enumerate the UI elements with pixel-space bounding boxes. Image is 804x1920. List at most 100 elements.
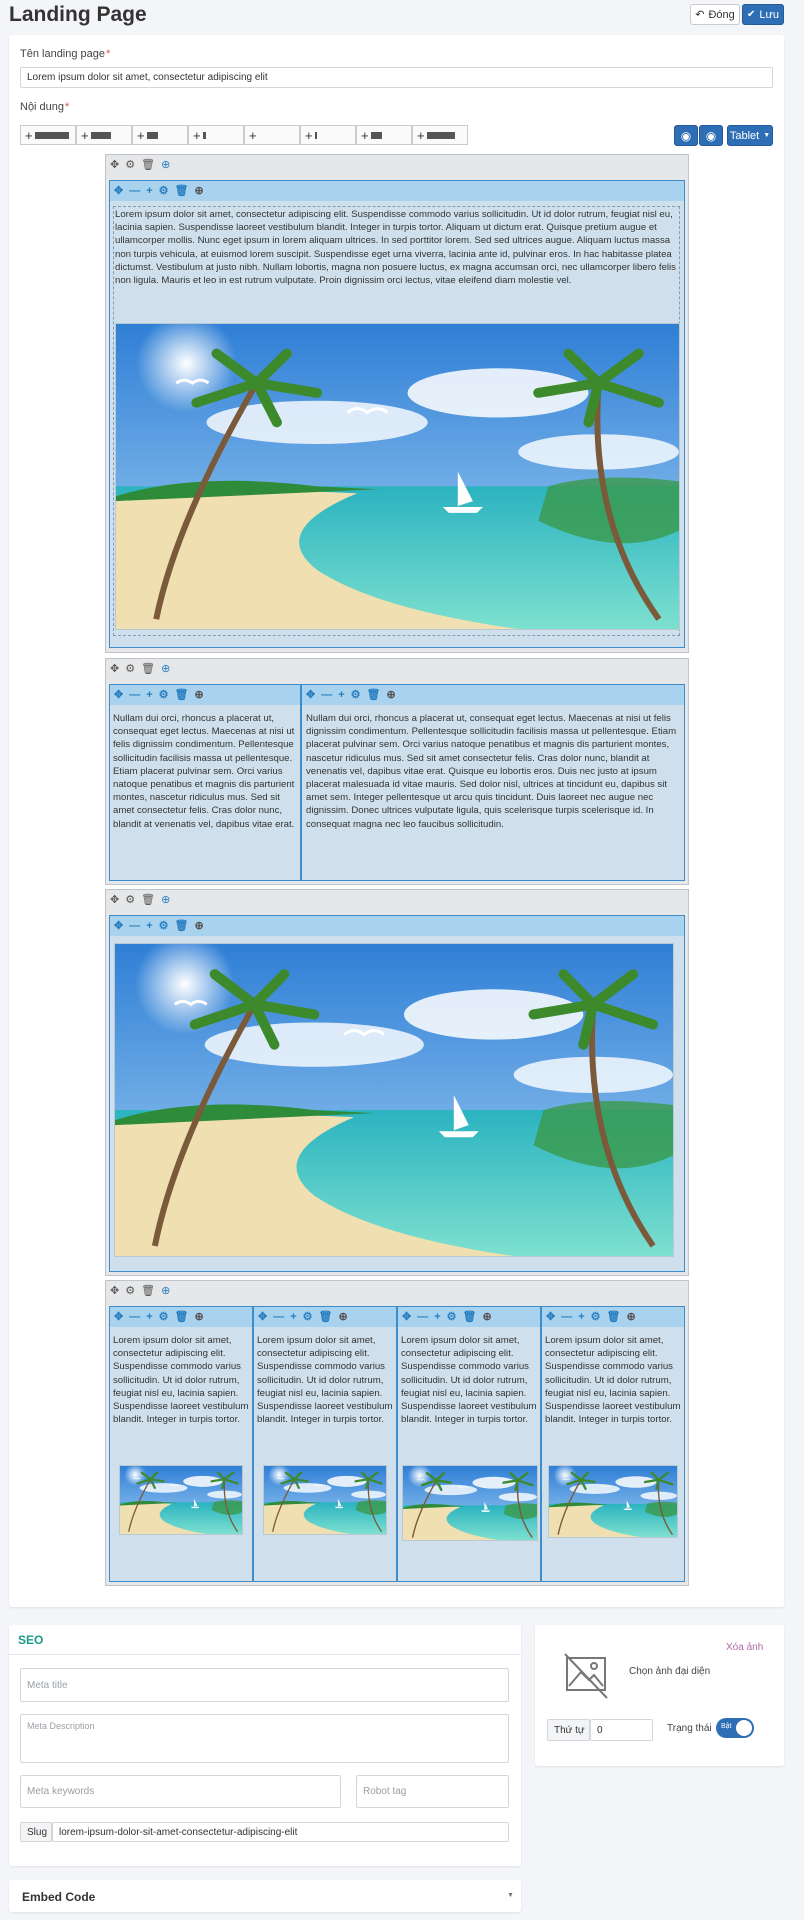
- layout-12-col-button[interactable]: +: [300, 125, 356, 145]
- minus-icon[interactable]: —: [129, 185, 140, 197]
- plus-icon[interactable]: +: [434, 1311, 440, 1323]
- move-icon[interactable]: ✥: [110, 1284, 119, 1297]
- plus-icon[interactable]: +: [146, 689, 152, 701]
- plus-icon[interactable]: +: [146, 185, 152, 197]
- plus-circle-icon[interactable]: ⊕: [195, 1310, 204, 1323]
- trash-icon[interactable]: 🗑: [141, 1284, 155, 1297]
- meta-keywords-input[interactable]: Meta keywords: [20, 1775, 341, 1808]
- trash-icon[interactable]: 🗑: [463, 1310, 477, 1323]
- minus-icon[interactable]: —: [129, 689, 140, 701]
- move-icon[interactable]: ✥: [306, 688, 315, 701]
- gear-icon[interactable]: ⚙: [125, 662, 135, 675]
- plus-circle-icon[interactable]: ⊕: [161, 893, 170, 906]
- slug-input[interactable]: lorem-ipsum-dolor-sit-amet-consectetur-a…: [52, 1822, 509, 1842]
- trash-icon[interactable]: 🗑: [141, 893, 155, 906]
- gear-icon[interactable]: ⚙: [125, 158, 135, 171]
- plus-icon[interactable]: +: [578, 1311, 584, 1323]
- gear-icon[interactable]: ⚙: [159, 688, 169, 701]
- builder-row-1[interactable]: ✥ ⚙ 🗑 ⊕ ✥ — + ⚙ 🗑 ⊕ Lorem ipsum dolor sit amet, …: [105, 154, 689, 653]
- device-dropdown[interactable]: Tablet ▼: [727, 125, 773, 146]
- save-button[interactable]: ✔ Lưu: [742, 4, 784, 25]
- plus-icon[interactable]: +: [146, 920, 152, 932]
- minus-icon[interactable]: —: [321, 689, 332, 701]
- plus-icon[interactable]: +: [146, 1311, 152, 1323]
- text-block[interactable]: Lorem ipsum dolor sit amet, consectetur …: [401, 1334, 539, 1426]
- plus-circle-icon[interactable]: ⊕: [161, 662, 170, 675]
- plus-circle-icon[interactable]: ⊕: [161, 158, 170, 171]
- gear-icon[interactable]: ⚙: [303, 1310, 313, 1323]
- builder-column[interactable]: ✥ — + ⚙ 🗑 ⊕: [109, 915, 685, 1272]
- text-block[interactable]: Lorem ipsum dolor sit amet, consectetur …: [257, 1334, 395, 1426]
- plus-circle-icon[interactable]: ⊕: [627, 1310, 636, 1323]
- meta-title-input[interactable]: Meta title: [20, 1668, 509, 1702]
- order-input[interactable]: 0: [590, 1719, 653, 1741]
- landing-name-input[interactable]: Lorem ipsum dolor sit amet, consectetur …: [20, 67, 773, 88]
- plus-icon[interactable]: +: [338, 689, 344, 701]
- move-icon[interactable]: ✥: [258, 1310, 267, 1323]
- gear-icon[interactable]: ⚙: [159, 184, 169, 197]
- gear-icon[interactable]: ⚙: [591, 1310, 601, 1323]
- layout-2-1-col-button[interactable]: +: [356, 125, 412, 145]
- move-icon[interactable]: ✥: [546, 1310, 555, 1323]
- plus-circle-icon[interactable]: ⊕: [387, 688, 396, 701]
- layout-1-2-col-button[interactable]: +: [412, 125, 468, 145]
- plus-circle-icon[interactable]: ⊕: [195, 184, 204, 197]
- builder-column[interactable]: ✥ — + ⚙ 🗑 ⊕ Lorem ipsum dolor sit amet, conse…: [109, 1306, 253, 1582]
- minus-icon[interactable]: —: [273, 1311, 284, 1323]
- builder-column[interactable]: ✥ — + ⚙ 🗑 ⊕ Nullam dui orci, rhoncus a placer…: [109, 684, 301, 881]
- close-button[interactable]: ↶ Đóng: [690, 4, 740, 25]
- gear-icon[interactable]: ⚙: [125, 893, 135, 906]
- builder-column[interactable]: ✥ — + ⚙ 🗑 ⊕ Nullam dui orci, rhoncus a placer…: [301, 684, 685, 881]
- layout-2-col-button[interactable]: +: [76, 125, 132, 145]
- trash-icon[interactable]: 🗑: [319, 1310, 333, 1323]
- robot-tag-input[interactable]: Robot tag: [356, 1775, 509, 1808]
- builder-column[interactable]: ✥ — + ⚙ 🗑 ⊕ Lorem ipsum dolor sit amet, conse…: [109, 180, 685, 648]
- trash-icon[interactable]: 🗑: [607, 1310, 621, 1323]
- caret-down-icon[interactable]: ▼: [507, 1892, 514, 1899]
- builder-column[interactable]: ✥ — + ⚙ 🗑 ⊕ Lorem ipsum dolor sit amet, conse…: [253, 1306, 397, 1582]
- code-view-button[interactable]: ◉: [674, 125, 698, 146]
- trash-icon[interactable]: 🗑: [367, 688, 381, 701]
- trash-icon[interactable]: 🗑: [175, 688, 189, 701]
- text-block[interactable]: Lorem ipsum dolor sit amet, consectetur …: [545, 1334, 683, 1426]
- meta-description-textarea[interactable]: Meta Description: [20, 1714, 509, 1763]
- plus-circle-icon[interactable]: ⊕: [483, 1310, 492, 1323]
- trash-icon[interactable]: 🗑: [175, 1310, 189, 1323]
- gear-icon[interactable]: ⚙: [351, 688, 361, 701]
- builder-row-2[interactable]: ✥ ⚙ 🗑 ⊕ ✥ — + ⚙ 🗑 ⊕ Nullam dui orci, rhoncus a p…: [105, 658, 689, 885]
- layout-4-col-button[interactable]: +: [188, 125, 244, 145]
- layout-6-col-button[interactable]: +: [244, 125, 300, 145]
- gear-icon[interactable]: ⚙: [159, 1310, 169, 1323]
- move-icon[interactable]: ✥: [402, 1310, 411, 1323]
- move-icon[interactable]: ✥: [110, 662, 119, 675]
- status-toggle[interactable]: Bật: [716, 1718, 754, 1738]
- trash-icon[interactable]: 🗑: [175, 919, 189, 932]
- gear-icon[interactable]: ⚙: [447, 1310, 457, 1323]
- text-block[interactable]: Nullam dui orci, rhoncus a placerat ut, …: [306, 712, 682, 831]
- plus-icon[interactable]: +: [290, 1311, 296, 1323]
- trash-icon[interactable]: 🗑: [175, 184, 189, 197]
- builder-column[interactable]: ✥ — + ⚙ 🗑 ⊕ Lorem ipsum dolor sit amet, conse…: [397, 1306, 541, 1582]
- builder-column[interactable]: ✥ — + ⚙ 🗑 ⊕ Lorem ipsum dolor sit amet, conse…: [541, 1306, 685, 1582]
- trash-icon[interactable]: 🗑: [141, 158, 155, 171]
- move-icon[interactable]: ✥: [110, 158, 119, 171]
- move-icon[interactable]: ✥: [114, 184, 123, 197]
- minus-icon[interactable]: —: [129, 1311, 140, 1323]
- trash-icon[interactable]: 🗑: [141, 662, 155, 675]
- gear-icon[interactable]: ⚙: [159, 919, 169, 932]
- preview-button[interactable]: ◉: [699, 125, 723, 146]
- remove-image-link[interactable]: Xóa ảnh: [726, 1642, 763, 1653]
- text-block[interactable]: Nullam dui orci, rhoncus a placerat ut, …: [113, 712, 299, 831]
- move-icon[interactable]: ✥: [110, 893, 119, 906]
- text-block[interactable]: Lorem ipsum dolor sit amet, consectetur …: [113, 1334, 251, 1426]
- layout-1-col-button[interactable]: +: [20, 125, 76, 145]
- builder-row-4[interactable]: ✥ ⚙ 🗑 ⊕ ✥ — + ⚙ 🗑 ⊕ Lorem ipsum dolor sit amet, …: [105, 1280, 689, 1586]
- move-icon[interactable]: ✥: [114, 688, 123, 701]
- plus-circle-icon[interactable]: ⊕: [161, 1284, 170, 1297]
- plus-circle-icon[interactable]: ⊕: [339, 1310, 348, 1323]
- gear-icon[interactable]: ⚙: [125, 1284, 135, 1297]
- builder-row-3[interactable]: ✥ ⚙ 🗑 ⊕ ✥ — + ⚙ 🗑 ⊕: [105, 889, 689, 1276]
- plus-circle-icon[interactable]: ⊕: [195, 919, 204, 932]
- no-image-icon[interactable]: [561, 1650, 611, 1700]
- minus-icon[interactable]: —: [561, 1311, 572, 1323]
